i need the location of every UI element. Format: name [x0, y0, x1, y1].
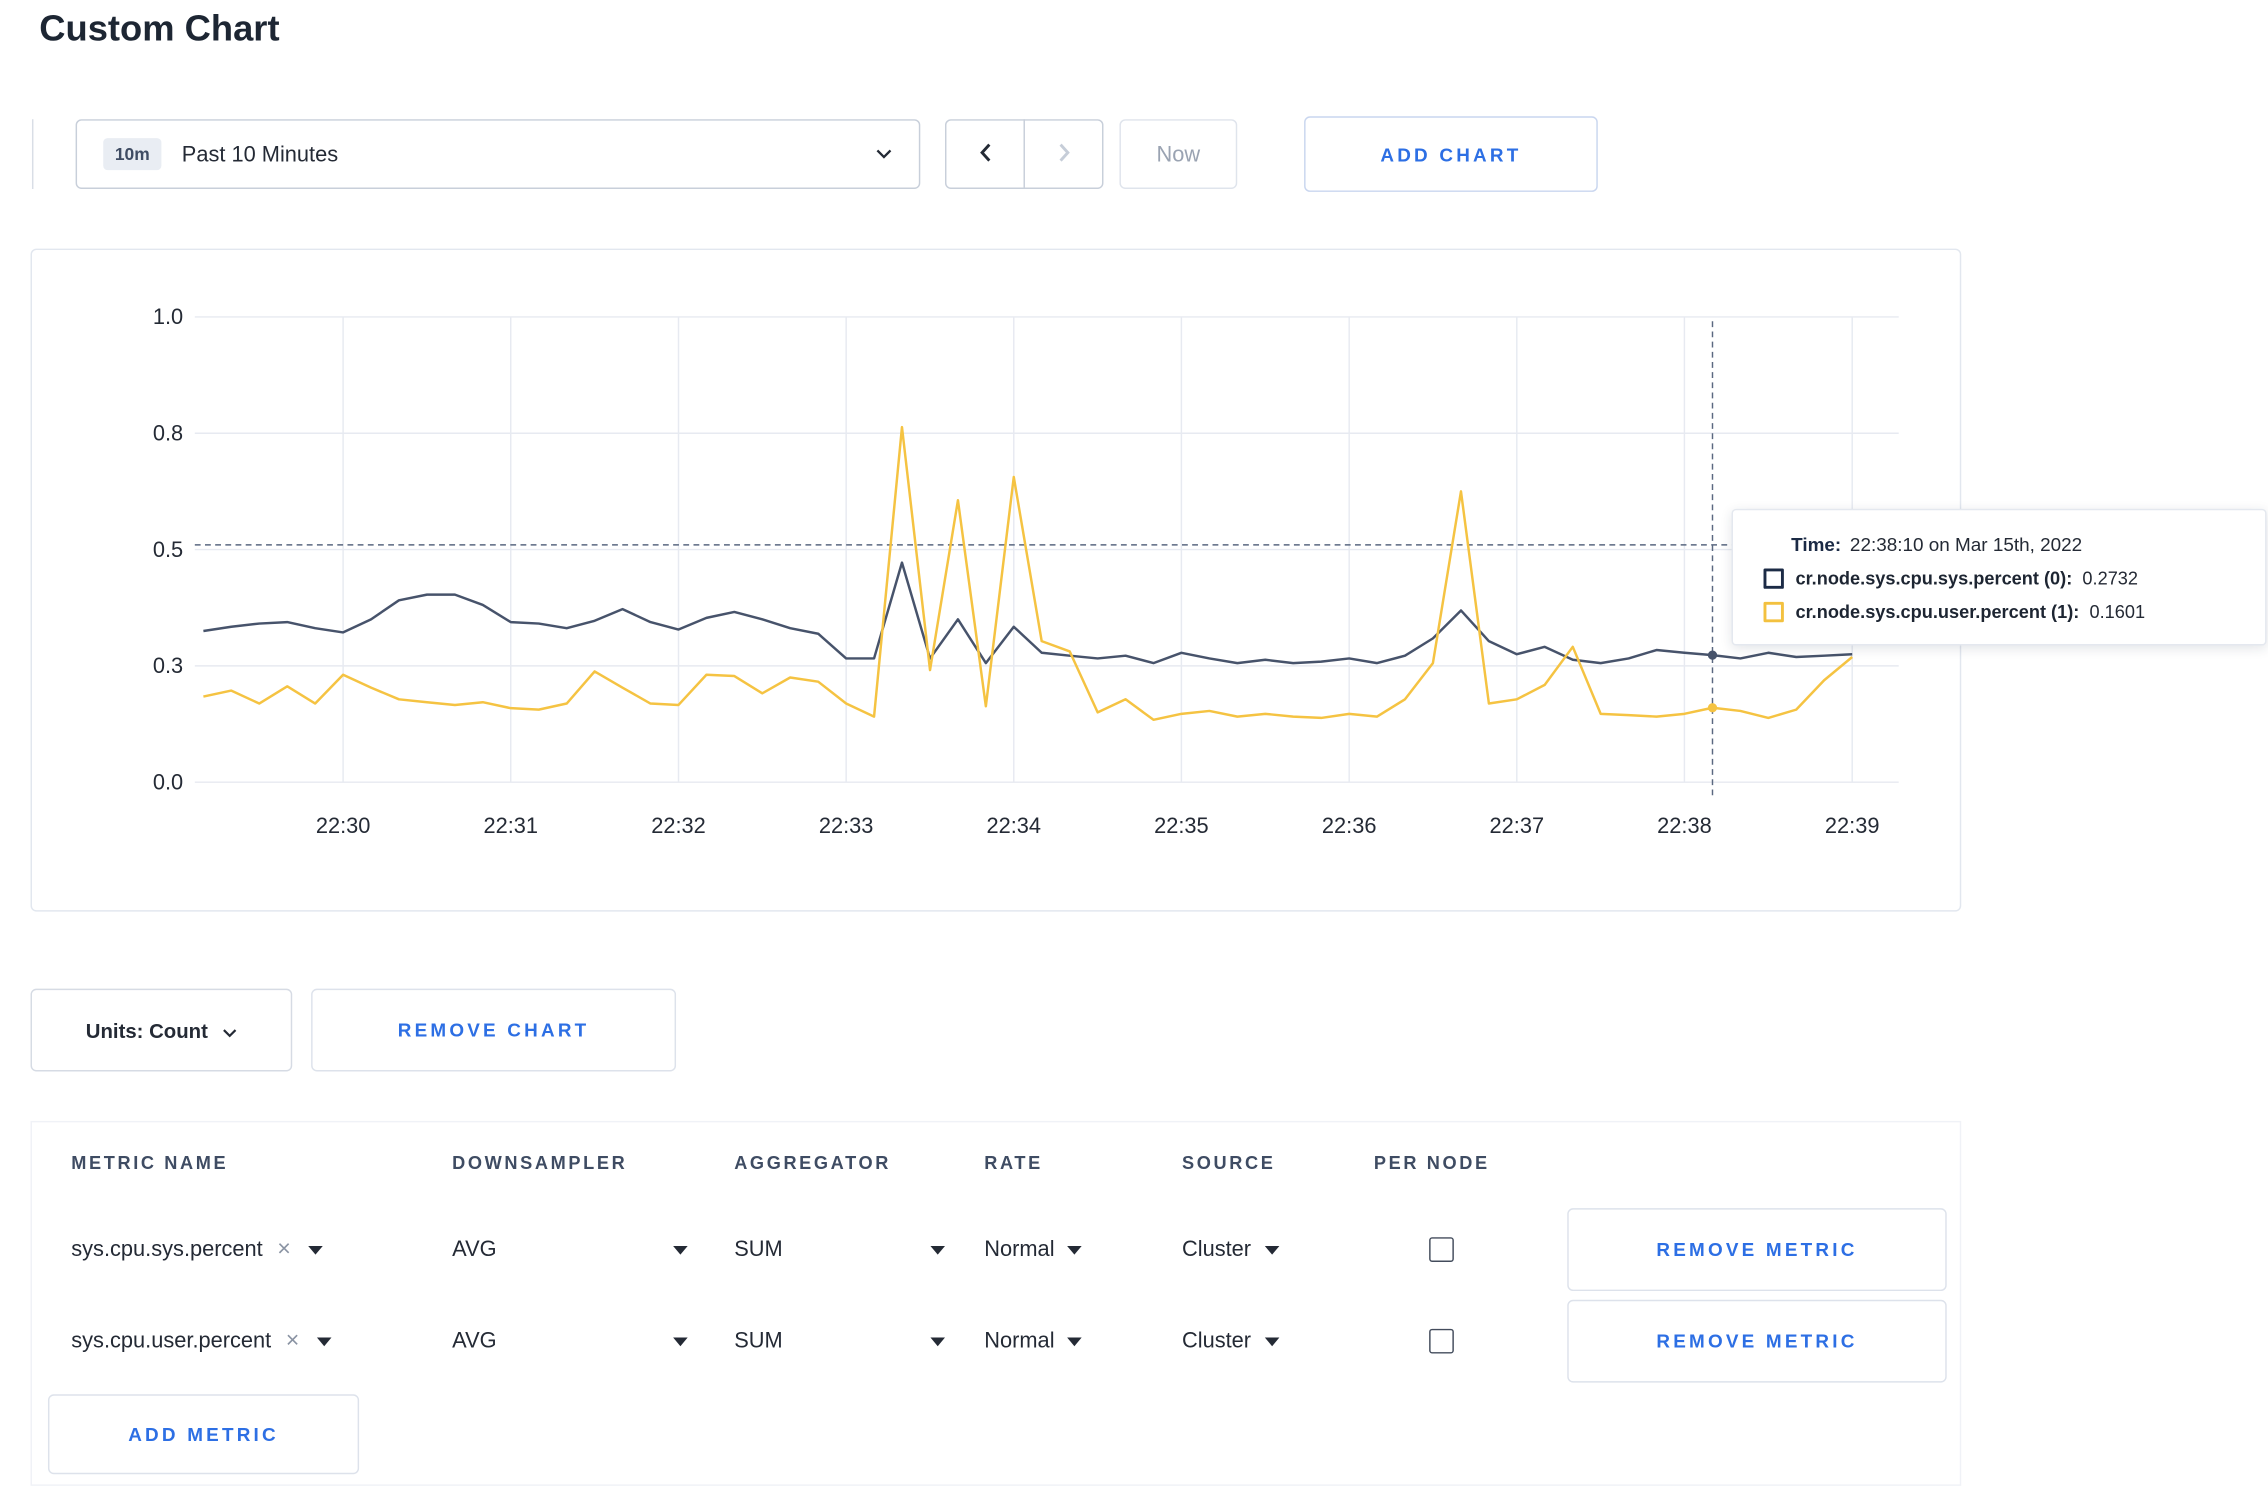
caret-down-icon	[316, 1336, 332, 1346]
aggregator-select[interactable]: SUM	[734, 1328, 946, 1354]
time-range-badge: 10m	[103, 138, 162, 171]
custom-chart-page: Custom Chart 10m Past 10 Minutes Now ADD…	[0, 0, 2268, 1486]
chevron-down-icon	[222, 1018, 237, 1041]
metrics-table: METRIC NAME DOWNSAMPLER AGGREGATOR RATE …	[30, 1120, 1962, 1486]
cpu-metrics-chart[interactable]: 0.0 0.3 0.5 0.8 1.0 22:30 22:31 22:32 22:33 22:34…	[32, 250, 1963, 913]
svg-text:0.3: 0.3	[153, 653, 183, 678]
svg-text:22:34: 22:34	[986, 813, 1041, 838]
per-node-checkbox[interactable]	[1429, 1237, 1454, 1262]
page-title: Custom Chart	[39, 8, 280, 50]
metric-name-value: sys.cpu.user.percent	[71, 1328, 272, 1354]
svg-text:22:31: 22:31	[483, 813, 538, 838]
caret-down-icon	[930, 1245, 946, 1254]
add-metric-button[interactable]: ADD METRIC	[47, 1394, 360, 1475]
source-value: Cluster	[1181, 1328, 1252, 1354]
time-prev-button[interactable]	[945, 119, 1025, 190]
remove-metric-button[interactable]: REMOVE METRIC	[1567, 1208, 1947, 1292]
now-button[interactable]: Now	[1119, 119, 1238, 190]
rate-select[interactable]: Normal	[984, 1328, 1083, 1354]
svg-text:22:37: 22:37	[1490, 813, 1545, 838]
metric-row: sys.cpu.user.percent × AVG SUM Normal Cl…	[32, 1295, 1960, 1387]
tooltip-series-label: cr.node.sys.cpu.sys.percent (0):	[1795, 568, 2073, 589]
caret-down-icon	[1264, 1336, 1279, 1346]
time-range-label: Past 10 Minutes	[181, 141, 339, 167]
tooltip-time-row: Time: 22:38:10 on Mar 15th, 2022	[1791, 534, 2239, 556]
header-aggregator: AGGREGATOR	[734, 1152, 891, 1174]
tooltip-time-label: Time:	[1791, 533, 1842, 556]
series-sys-swatch-icon	[1763, 568, 1784, 589]
header-downsampler: DOWNSAMPLER	[452, 1152, 628, 1174]
clear-metric-icon[interactable]: ×	[286, 1329, 300, 1353]
metrics-table-header: METRIC NAME DOWNSAMPLER AGGREGATOR RATE …	[32, 1122, 1960, 1203]
svg-text:0.5: 0.5	[153, 537, 183, 562]
tooltip-series-label: cr.node.sys.cpu.user.percent (1):	[1795, 601, 2080, 623]
svg-text:22:32: 22:32	[651, 813, 706, 838]
series-user-swatch-icon	[1763, 601, 1784, 623]
header-source: SOURCE	[1181, 1152, 1276, 1174]
aggregator-value: SUM	[734, 1237, 783, 1262]
caret-down-icon	[1264, 1245, 1279, 1254]
rate-select[interactable]: Normal	[984, 1237, 1083, 1262]
time-nav-group	[945, 119, 1104, 190]
clear-metric-icon[interactable]: ×	[277, 1237, 291, 1261]
downsampler-value: AVG	[452, 1237, 497, 1262]
tooltip-series-row: cr.node.sys.cpu.user.percent (1): 0.1601	[1763, 601, 2239, 623]
svg-text:1.0: 1.0	[153, 304, 183, 329]
svg-text:22:36: 22:36	[1322, 813, 1377, 838]
caret-down-icon	[673, 1336, 688, 1346]
source-select[interactable]: Cluster	[1182, 1329, 1279, 1354]
caret-down-icon	[1067, 1336, 1083, 1346]
units-label: Units: Count	[85, 1018, 208, 1042]
svg-text:22:38: 22:38	[1657, 813, 1712, 838]
chevron-down-icon	[875, 141, 892, 167]
source-select[interactable]: Cluster	[1182, 1237, 1279, 1262]
svg-text:22:35: 22:35	[1154, 813, 1209, 838]
header-per-node: PER NODE	[1373, 1152, 1490, 1174]
aggregator-select[interactable]: SUM	[734, 1237, 946, 1262]
remove-metric-button[interactable]: REMOVE METRIC	[1567, 1299, 1947, 1383]
tooltip-series-row: cr.node.sys.cpu.sys.percent (0): 0.2732	[1763, 568, 2239, 589]
downsampler-value: AVG	[452, 1328, 497, 1354]
time-range-select[interactable]: 10m Past 10 Minutes	[75, 119, 921, 190]
chevron-right-icon	[1055, 140, 1072, 168]
remove-chart-button[interactable]: REMOVE CHART	[311, 988, 677, 1072]
svg-text:22:30: 22:30	[316, 813, 371, 838]
caret-down-icon	[308, 1245, 323, 1254]
metric-name-select[interactable]: sys.cpu.sys.percent ×	[71, 1237, 452, 1262]
rate-value: Normal	[984, 1237, 1055, 1262]
add-chart-button[interactable]: ADD CHART	[1304, 116, 1598, 192]
tooltip-series-value: 0.2732	[2082, 568, 2139, 589]
chart-panel: 0.0 0.3 0.5 0.8 1.0 22:30 22:31 22:32 22:33 22:34…	[30, 248, 2267, 913]
source-value: Cluster	[1181, 1237, 1252, 1262]
aggregator-value: SUM	[734, 1328, 783, 1354]
metric-row: sys.cpu.sys.percent × AVG SUM Normal Clu…	[32, 1204, 1960, 1296]
time-next-button[interactable]	[1023, 119, 1104, 190]
per-node-checkbox[interactable]	[1429, 1328, 1454, 1354]
header-metric-name: METRIC NAME	[71, 1152, 229, 1174]
chart-tooltip: Time: 22:38:10 on Mar 15th, 2022 cr.node.…	[1731, 508, 2267, 646]
metric-name-select[interactable]: sys.cpu.user.percent ×	[71, 1329, 452, 1354]
caret-down-icon	[930, 1336, 946, 1346]
svg-text:22:33: 22:33	[819, 813, 874, 838]
tooltip-time-value: 22:38:10 on Mar 15th, 2022	[1849, 533, 2083, 556]
rate-value: Normal	[984, 1328, 1055, 1354]
header-rate: RATE	[984, 1152, 1043, 1174]
tooltip-series-value: 0.1601	[2089, 601, 2146, 623]
caret-down-icon	[673, 1245, 688, 1254]
downsampler-select[interactable]: AVG	[452, 1329, 688, 1354]
svg-text:0.0: 0.0	[153, 769, 183, 794]
downsampler-select[interactable]: AVG	[452, 1237, 688, 1262]
units-select[interactable]: Units: Count	[30, 988, 293, 1072]
caret-down-icon	[1067, 1245, 1083, 1254]
svg-text:0.8: 0.8	[153, 421, 183, 446]
chevron-left-icon	[976, 140, 993, 168]
svg-text:22:39: 22:39	[1825, 813, 1880, 838]
metric-name-value: sys.cpu.sys.percent	[71, 1237, 263, 1262]
toolbar-divider	[31, 119, 34, 190]
